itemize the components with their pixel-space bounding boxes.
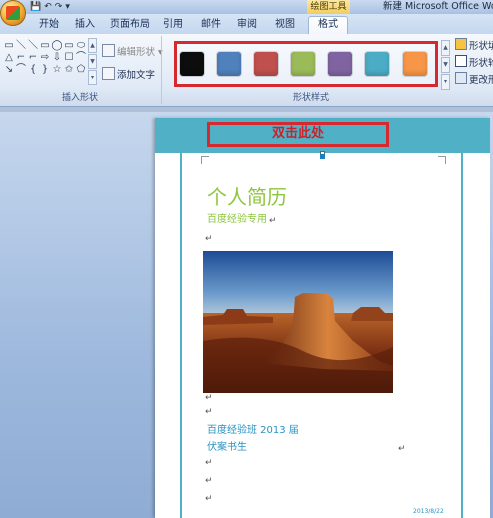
undo-icon[interactable]: ↶ [44,1,52,13]
change-shape-icon [455,72,467,84]
scroll-up-icon[interactable]: ▲ [88,38,97,53]
shape-option-icon[interactable]: ⌒ [75,52,87,64]
shape-styles-gallery[interactable] [174,41,438,87]
expand-gallery-icon[interactable]: ▾ [88,70,97,85]
office-logo-icon [6,6,20,20]
tab-view[interactable]: 视图 [270,17,300,34]
shape-option-icon[interactable]: ⌐ [27,52,39,64]
shape-option-icon[interactable]: ◯ [51,40,63,52]
redo-icon[interactable]: ↷ [55,1,63,13]
shape-option-icon[interactable]: ☆ [51,64,63,76]
resize-handle[interactable] [320,154,325,159]
shape-option-icon[interactable]: ☐ [63,52,75,64]
shape-option-icon[interactable]: } [39,64,51,76]
scroll-down-icon[interactable]: ▼ [88,54,97,69]
margin-marker [201,156,209,164]
shape-option-icon[interactable]: ⌒ [15,64,27,76]
style-swatch-aqua[interactable] [365,52,389,76]
paragraph-mark: ↵ [269,216,277,226]
paint-bucket-icon [455,38,467,50]
tab-format[interactable]: 格式 [308,16,348,34]
margin-marker [438,156,446,164]
shape-option-icon[interactable]: ⬭ [75,40,87,52]
tab-references[interactable]: 引用 [158,17,188,34]
change-shape-label: 更改形 [469,75,493,86]
edit-shape-icon [102,44,115,57]
paragraph-mark: ↵ [205,234,213,244]
ruler-shadow [0,107,493,112]
style-swatch-blue[interactable] [217,52,241,76]
page-side-border-left [180,118,182,518]
shape-option-icon[interactable]: ＼ [15,40,27,52]
save-icon[interactable]: 💾 [30,1,41,13]
paragraph-mark: ↵ [205,458,213,468]
tab-review[interactable]: 审阅 [232,17,262,34]
tab-page-layout[interactable]: 页面布局 [106,17,154,34]
style-swatch-black[interactable] [180,52,204,76]
shape-styles-scroll[interactable]: ▲ ▼ ▾ [441,40,450,90]
ribbon: ▭ ＼ ＼ ▭ ◯ ▭ ⬭ △ ⌐ ⌐ ⇨ ⇩ ☐ ⌒ ↘ ⌒{} ☆ ✩ ⬠ ▲ ▼ ▾ 编辑形状 ▾ 添加文字 … [0,34,493,107]
shape-outline-button[interactable]: 形状轮 [455,55,493,70]
quick-access-toolbar: 💾 ↶ ↷ ▾ [30,1,70,13]
header-placeholder-text[interactable]: 双击此处 [207,123,389,145]
scroll-down-icon[interactable]: ▼ [441,57,450,73]
desert-photo-image [203,251,393,393]
style-swatch-purple[interactable] [328,52,352,76]
shape-option-icon[interactable]: ▭ [63,40,75,52]
author-name-line: 伏案书生 [207,442,247,453]
desert-photo[interactable] [203,251,393,393]
shape-option-icon[interactable]: ▭ [3,40,15,52]
group-label-shape-styles: 形状样式 [292,93,329,103]
shape-option-icon[interactable]: { [27,64,39,76]
shape-fill-button[interactable]: 形状填 [455,38,493,53]
class-year-line: 百度经验班 2013 届 [207,425,299,436]
title-bar: 💾 ↶ ↷ ▾ 绘图工具 新建 Microsoft Office Word [0,0,493,14]
paragraph-mark: ↵ [205,393,213,403]
shape-gallery[interactable]: ▭ ＼ ＼ ▭ ◯ ▭ ⬭ △ ⌐ ⌐ ⇨ ⇩ ☐ ⌒ ↘ ⌒{} ☆ ✩ ⬠ [3,40,87,82]
group-label-insert-shapes: 插入形状 [61,93,98,103]
group-separator [161,36,162,104]
text-box-icon [102,67,115,80]
shape-option-icon[interactable]: ⇨ [39,52,51,64]
tab-insert[interactable]: 插入 [70,17,100,34]
scroll-up-icon[interactable]: ▲ [441,40,450,56]
shape-option-icon[interactable]: ⌐ [15,52,27,64]
window-title: 新建 Microsoft Office Word [383,1,493,12]
page-side-border-right [461,118,463,518]
add-text-label: 添加文字 [117,70,156,81]
paragraph-mark: ↵ [205,476,213,486]
date-text: 2013/8/22 [413,508,444,515]
paragraph-mark: ↵ [398,444,406,454]
shape-option-icon[interactable]: △ [3,52,15,64]
style-swatch-red[interactable] [254,52,278,76]
paragraph-mark: ↵ [205,494,213,504]
edit-shape-button[interactable]: 编辑形状 ▾ [102,44,163,59]
change-shape-button[interactable]: 更改形 [455,72,493,87]
add-text-button[interactable]: 添加文字 [102,67,155,82]
shape-option-icon[interactable]: ▭ [39,40,51,52]
tab-mailings[interactable]: 邮件 [196,17,226,34]
ribbon-tab-row: 开始 插入 页面布局 引用 邮件 审阅 视图 格式 [0,14,493,34]
qat-dropdown-icon[interactable]: ▾ [65,1,70,13]
pen-icon [455,55,467,67]
shape-option-icon[interactable]: ⇩ [51,52,63,64]
paragraph-mark: ↵ [205,407,213,417]
shape-outline-label: 形状轮 [469,58,493,69]
tab-home[interactable]: 开始 [34,17,64,34]
edit-shape-label: 编辑形状 ▾ [117,47,163,58]
office-button[interactable] [0,0,26,26]
expand-gallery-icon[interactable]: ▾ [441,74,450,90]
shape-option-icon[interactable]: ↘ [3,64,15,76]
shape-gallery-scroll[interactable]: ▲ ▼ ▾ [88,38,97,85]
style-swatch-orange[interactable] [403,52,427,76]
document-page[interactable]: 双击此处 个人简历 百度经验专用 ↵ ↵ ↵ ↵ 百度经验班 2013 届 伏案… [155,118,490,518]
shape-option-icon[interactable]: ✩ [63,64,75,76]
shape-option-icon[interactable]: ＼ [27,40,39,52]
resume-subtitle: 百度经验专用 [207,214,267,225]
style-swatch-green[interactable] [291,52,315,76]
shape-option-icon[interactable]: ⬠ [75,64,87,76]
shape-fill-label: 形状填 [469,41,493,52]
resume-title: 个人简历 [207,185,287,209]
contextual-tab-drawing-tools: 绘图工具 [307,0,350,14]
